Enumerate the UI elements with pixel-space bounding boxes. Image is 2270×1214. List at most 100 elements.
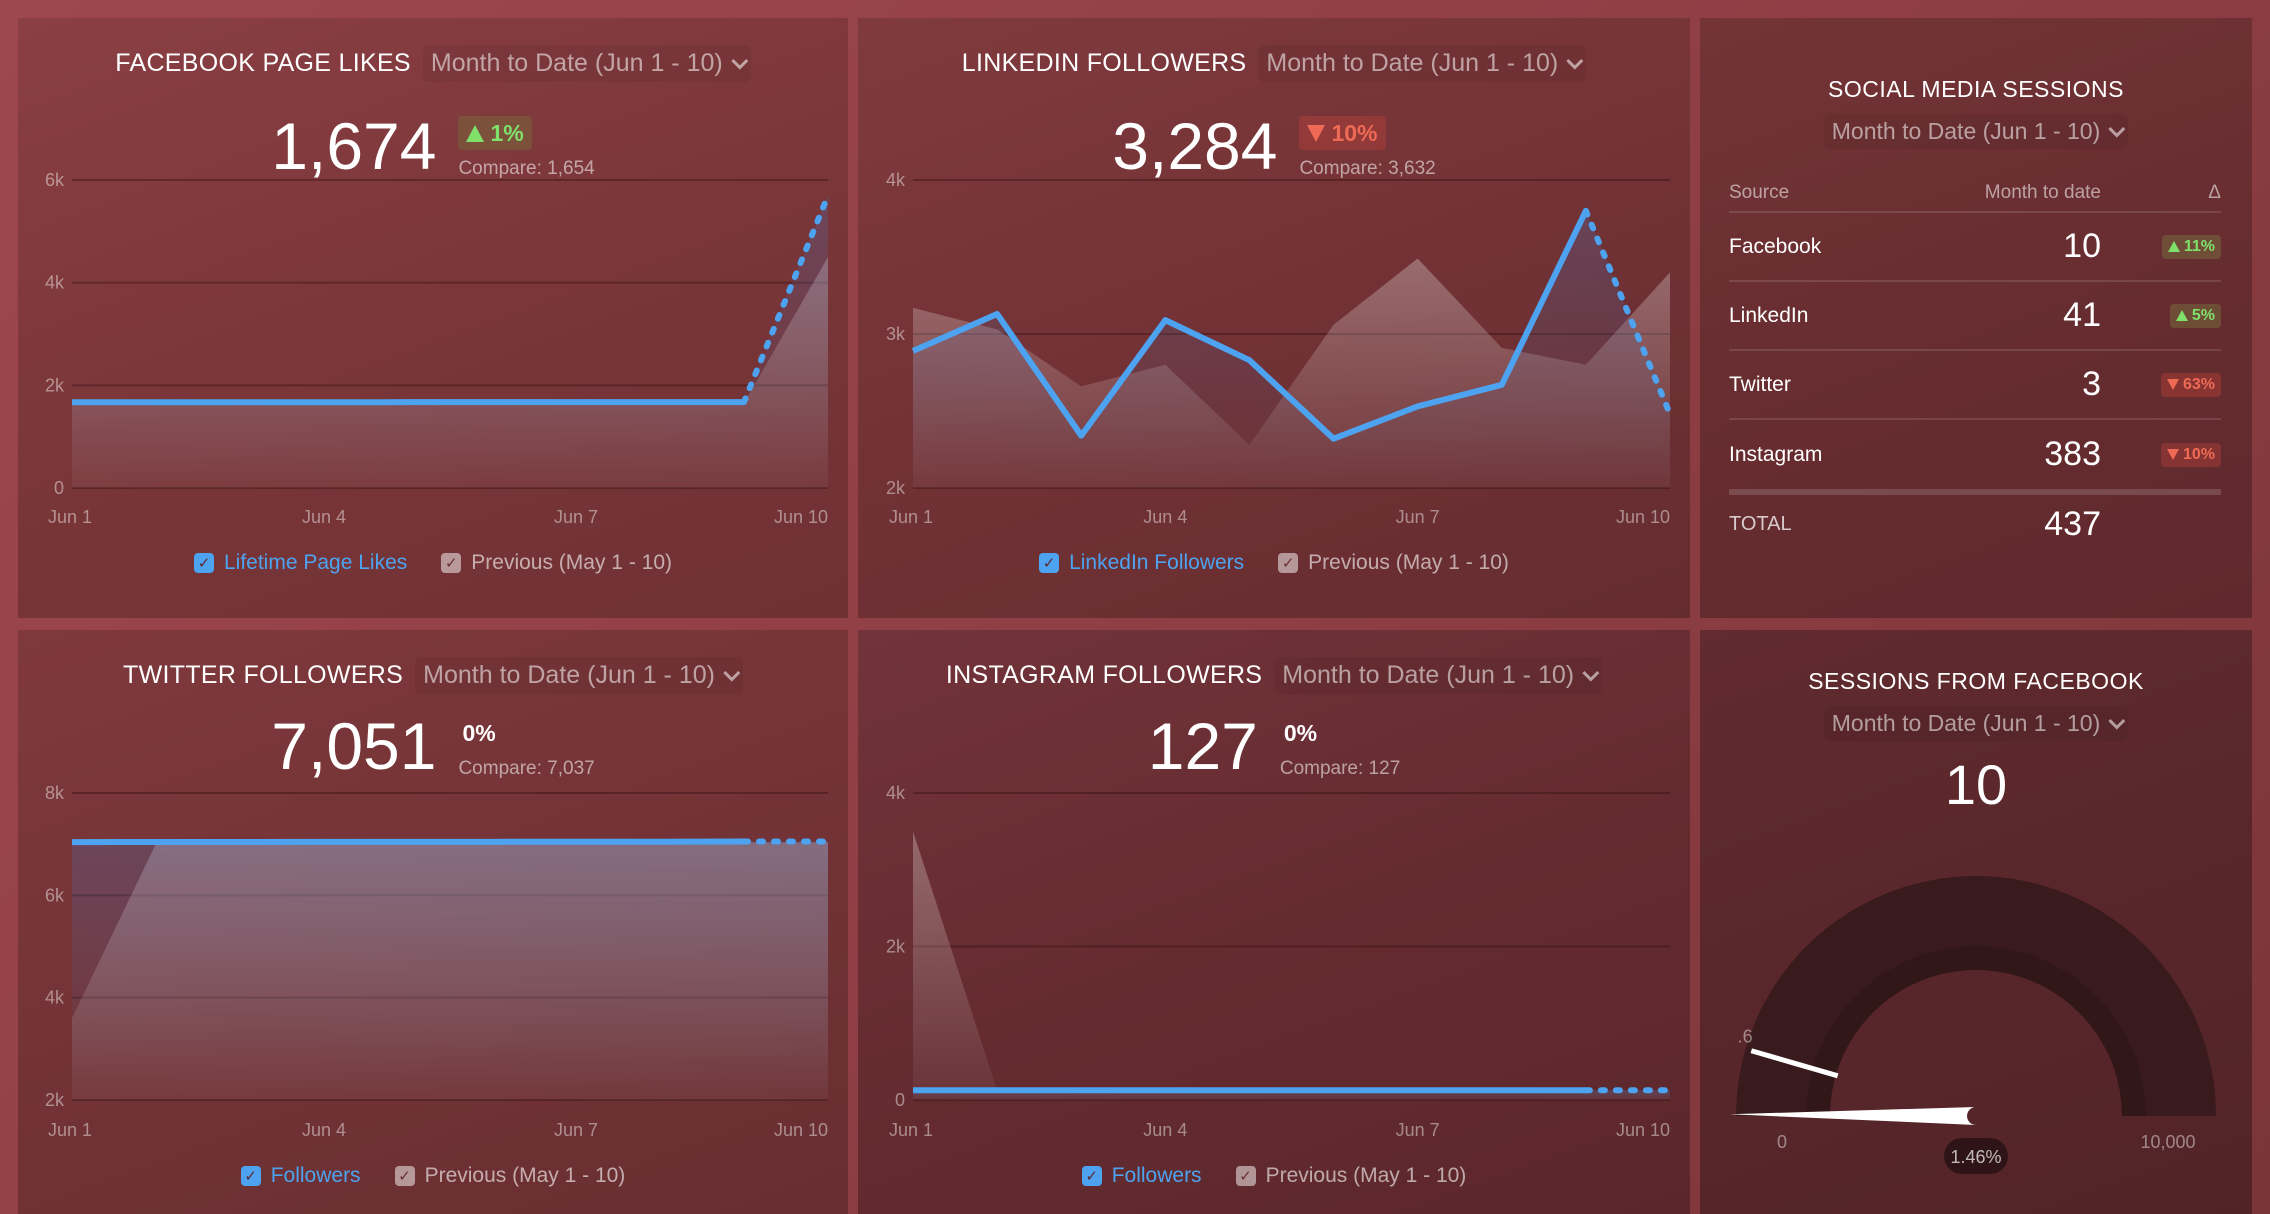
sessions-from-facebook-widget: SESSIONS FROM FACEBOOK Month to Date (Ju… [1700,630,2252,1214]
data-point[interactable] [994,311,1000,317]
data-point[interactable] [1499,1087,1505,1093]
delta-value: 10% [2182,445,2215,463]
data-point[interactable] [489,839,495,845]
data-point[interactable] [1583,1087,1589,1093]
delta-badge: 5% [2169,303,2221,328]
data-point[interactable] [825,192,831,198]
chart-legend: ✓ Followers ✓ Previous (May 1 - 10) [858,1164,1690,1188]
data-point[interactable] [489,399,495,405]
x-tick-label: Jun 4 [1143,1120,1187,1140]
data-point[interactable] [825,839,831,845]
source-name: Facebook [1729,234,1822,258]
data-point[interactable] [153,839,159,845]
y-tick-label: 0 [895,1090,905,1110]
data-point[interactable] [573,839,579,845]
source-value: 10 [2063,227,2101,265]
checkbox-checked-icon[interactable]: ✓ [240,1166,261,1186]
data-point[interactable] [1667,1087,1673,1093]
data-point[interactable] [1162,1087,1168,1093]
legend-toggle-previous[interactable]: ✓ Previous (May 1 - 10) [394,1164,626,1188]
data-point[interactable] [994,1087,1000,1093]
data-point[interactable] [741,839,747,845]
data-point[interactable] [1246,357,1252,363]
column-header-month-to-date: Month to date [1984,182,2101,203]
legend-toggle-current[interactable]: ✓ LinkedIn Followers [1039,551,1244,575]
data-point[interactable] [573,399,579,405]
legend-label: Followers [270,1164,361,1187]
data-point[interactable] [1583,208,1589,214]
data-point[interactable] [69,399,75,405]
data-point[interactable] [657,399,663,405]
checkbox-checked-icon[interactable]: ✓ [394,1166,415,1186]
checkbox-checked-icon[interactable]: ✓ [1081,1166,1102,1186]
instagram-followers-widget: INSTAGRAM FOLLOWERS Month to Date (Jun 1… [858,630,1690,1214]
y-tick-label: 0 [54,478,64,498]
table-row: LinkedIn 41 5% [1729,282,2221,351]
x-tick-label: Jun 1 [889,1120,933,1140]
data-point[interactable] [910,348,916,354]
data-point[interactable] [153,399,159,405]
linkedin-followers-widget: LINKEDIN FOLLOWERS Month to Date (Jun 1 … [858,18,1690,618]
data-point[interactable] [910,1087,916,1093]
delta-value: 5% [2191,306,2215,324]
date-range-dropdown[interactable]: Month to Date (Jun 1 - 10) [1823,114,2129,149]
source-name: LinkedIn [1729,303,1809,327]
chevron-down-icon [2108,120,2126,138]
data-point[interactable] [321,399,327,405]
current-series-area [72,841,828,1100]
legend-label: Lifetime Page Likes [223,551,408,574]
checkbox-checked-icon[interactable]: ✓ [441,553,462,573]
x-tick-label: Jun 10 [774,1120,828,1140]
legend-label: Previous (May 1 - 10) [424,1164,626,1187]
data-point[interactable] [237,399,243,405]
source-name: Twitter [1729,372,1791,396]
data-point[interactable] [1499,382,1505,388]
legend-toggle-current[interactable]: ✓ Followers [240,1164,361,1188]
y-tick-label: 4k [45,273,65,293]
delta-badge: 63% [2160,372,2221,397]
y-tick-label: 2k [45,1090,65,1110]
arrow-down-icon [2166,449,2179,460]
data-point[interactable] [405,399,411,405]
previous-series-area [913,831,1670,1100]
legend-label: Previous (May 1 - 10) [1308,551,1509,574]
data-point[interactable] [1246,1087,1252,1093]
y-tick-label: 3k [886,324,906,344]
data-point[interactable] [1078,433,1084,439]
delta-badge: 11% [2161,234,2221,259]
data-point[interactable] [1667,411,1673,417]
data-point[interactable] [1415,403,1421,409]
data-point[interactable] [657,839,663,845]
legend-toggle-previous[interactable]: ✓ Previous (May 1 - 10) [1235,1164,1466,1188]
legend-toggle-previous[interactable]: ✓ Previous (May 1 - 10) [1278,551,1509,575]
gauge-track [1736,876,2216,1116]
date-range-label: Month to Date (Jun 1 - 10) [1831,118,2101,144]
x-tick-label: Jun 1 [48,1120,92,1140]
legend-toggle-previous[interactable]: ✓ Previous (May 1 - 10) [441,551,672,575]
arrow-down-icon [2166,379,2179,390]
x-tick-label: Jun 10 [1616,507,1670,527]
facebook-likes-chart: 0 2k 4k 6k Jun 1 Jun 4 Jun 7 Jun 10 [45,170,831,527]
legend-toggle-current[interactable]: ✓ Lifetime Page Likes [193,551,408,575]
data-point[interactable] [741,399,747,405]
chart-legend: ✓ Lifetime Page Likes ✓ Previous (May 1 … [18,551,848,575]
data-point[interactable] [405,839,411,845]
data-point[interactable] [69,839,75,845]
data-point[interactable] [321,839,327,845]
y-tick-label: 2k [886,937,906,957]
checkbox-checked-icon[interactable]: ✓ [1278,553,1299,573]
legend-toggle-current[interactable]: ✓ Followers [1081,1164,1202,1188]
data-point[interactable] [1078,1087,1084,1093]
x-tick-label: Jun 4 [302,507,346,527]
data-point[interactable] [1162,317,1168,323]
data-point[interactable] [237,839,243,845]
y-tick-label: 4k [45,988,65,1008]
data-point[interactable] [1331,1087,1337,1093]
twitter-followers-widget: TWITTER FOLLOWERS Month to Date (Jun 1 -… [18,630,848,1214]
delta-value: 11% [2183,237,2215,255]
data-point[interactable] [1415,1087,1421,1093]
checkbox-checked-icon[interactable]: ✓ [1039,553,1060,573]
checkbox-checked-icon[interactable]: ✓ [193,553,214,573]
checkbox-checked-icon[interactable]: ✓ [1235,1166,1256,1186]
data-point[interactable] [1331,436,1337,442]
